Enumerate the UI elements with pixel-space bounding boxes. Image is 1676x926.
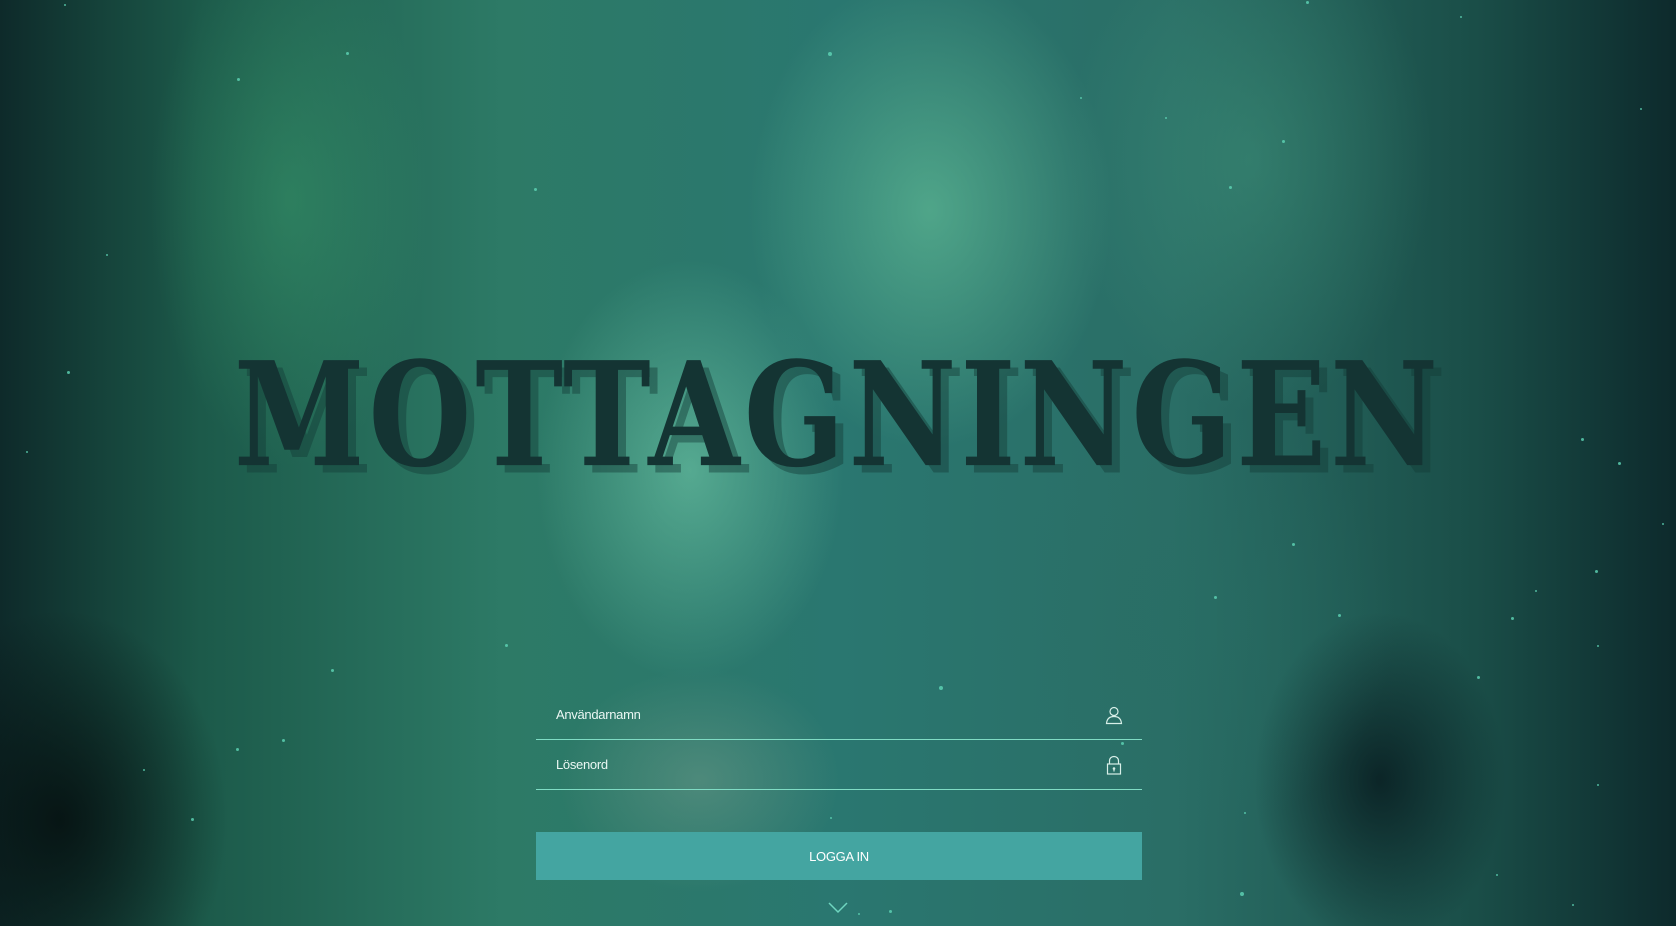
star-dot	[331, 669, 334, 672]
star-dot	[1282, 140, 1285, 143]
star-dot	[1597, 784, 1599, 786]
page-title: MOTTAGNINGEN	[233, 329, 1443, 500]
star-dot	[236, 748, 239, 751]
star-dot	[1597, 645, 1599, 647]
star-dot	[237, 78, 240, 81]
star-dot	[1306, 1, 1309, 4]
star-dot	[858, 913, 860, 915]
star-dot	[1477, 676, 1480, 679]
star-dot	[282, 739, 285, 742]
lock-icon	[1106, 755, 1122, 775]
chevron-down-icon[interactable]	[828, 902, 848, 914]
star-dot	[1460, 16, 1462, 18]
star-dot	[1165, 117, 1167, 119]
star-dot	[1244, 812, 1246, 814]
star-dot	[828, 52, 832, 56]
star-dot	[1214, 596, 1217, 599]
password-input[interactable]	[536, 740, 1142, 788]
star-dot	[1496, 874, 1498, 876]
star-dot	[830, 817, 832, 819]
star-dot	[1292, 543, 1295, 546]
user-icon	[1105, 706, 1123, 725]
star-dot	[534, 188, 537, 191]
star-dot	[191, 818, 194, 821]
star-dot	[346, 52, 349, 55]
star-dot	[1535, 590, 1537, 592]
star-dot	[1080, 97, 1082, 99]
star-dot	[1240, 892, 1244, 896]
star-dot	[1662, 523, 1664, 525]
star-dot	[64, 4, 66, 6]
username-input[interactable]	[536, 690, 1142, 738]
star-dot	[889, 910, 892, 913]
star-dot	[106, 254, 108, 256]
star-dot	[1338, 614, 1341, 617]
star-dot	[1595, 570, 1598, 573]
star-dot	[1511, 617, 1514, 620]
star-dot	[505, 644, 508, 647]
star-dot	[143, 769, 145, 771]
username-field	[536, 690, 1142, 740]
star-dot	[1640, 108, 1642, 110]
password-field	[536, 740, 1142, 790]
login-form: LOGGA IN	[536, 690, 1142, 880]
star-dot	[1229, 186, 1232, 189]
star-dot	[1572, 904, 1574, 906]
login-button[interactable]: LOGGA IN	[536, 832, 1142, 880]
